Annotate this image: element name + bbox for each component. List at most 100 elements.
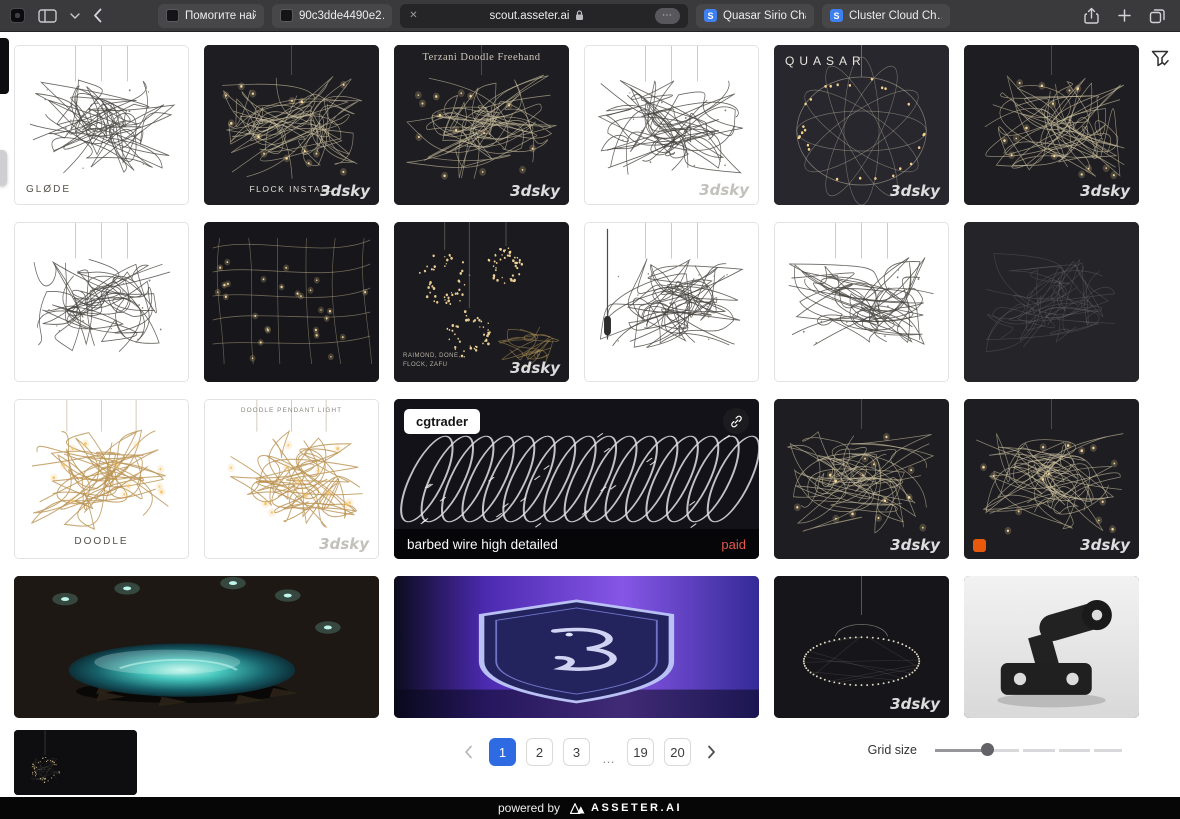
slider-tick xyxy=(1019,748,1023,753)
grid-item[interactable]: 3dsky xyxy=(584,45,759,205)
watermark-3dsky: 3dsky xyxy=(510,182,560,200)
record-indicator-icon[interactable] xyxy=(10,8,25,23)
thumb-label: Terzani Doodle Freehand xyxy=(394,52,569,63)
toolbar-right xyxy=(1083,7,1170,25)
grid-item[interactable] xyxy=(394,576,759,718)
chevron-left-icon xyxy=(93,8,102,23)
tab-bar: Помогите найти… 90c3dde4490e2… ✕ scout.asse… xyxy=(158,4,950,28)
thumb-label: QUASAR xyxy=(785,54,866,68)
left-edge-handle[interactable] xyxy=(0,150,7,186)
asseter-brand[interactable]: ASSETER.AI xyxy=(570,802,682,814)
watermark-3dsky: 3dsky xyxy=(1080,182,1130,200)
tab-options-icon[interactable]: ⋯ xyxy=(655,8,680,24)
grid-item[interactable] xyxy=(14,576,379,718)
grid-item[interactable] xyxy=(204,222,379,382)
thumbnail-tl xyxy=(15,46,188,204)
grid-item[interactable]: DOODLE PENDANT LIGHT3dsky xyxy=(204,399,379,559)
sidebar-icon xyxy=(38,9,57,23)
sidebar-toggle-button[interactable] xyxy=(38,9,57,23)
back-button[interactable] xyxy=(93,8,102,23)
thumbnail-msi xyxy=(394,576,759,718)
tab[interactable]: SCluster Cloud Ch… xyxy=(822,4,950,28)
slider-knob[interactable] xyxy=(981,743,994,756)
source-chip: cgtrader xyxy=(404,409,480,434)
query-image-preview[interactable] xyxy=(14,730,137,795)
prev-page-button[interactable] xyxy=(458,743,479,761)
grid-item[interactable] xyxy=(584,222,759,382)
new-tab-button[interactable] xyxy=(1117,8,1132,23)
tab-favicon: S xyxy=(704,9,717,22)
sidebar-menu-button[interactable] xyxy=(70,13,80,19)
grid-item[interactable]: 3dsky xyxy=(774,399,949,559)
browser-chrome: Помогите найти… 90c3dde4490e2… ✕ scout.asse… xyxy=(0,0,1180,32)
grid-item[interactable]: cgtrader barbed wire high detailedpaid xyxy=(394,399,759,559)
grid-item[interactable] xyxy=(964,222,1139,382)
page-button-2[interactable]: 2 xyxy=(526,738,553,766)
tab[interactable]: 90c3dde4490e2… xyxy=(272,4,392,28)
asseter-brand-label: ASSETER.AI xyxy=(591,802,682,814)
watermark-3dsky: 3dsky xyxy=(510,359,560,377)
watermark-3dsky: 3dsky xyxy=(319,535,369,553)
page-content: GLØDEFLOCK INSTALL3dskyTerzani Doodle Fr… xyxy=(0,32,1180,797)
grid-item[interactable]: GLØDE xyxy=(14,45,189,205)
asseter-logo-icon xyxy=(570,803,585,814)
grid-item[interactable]: Terzani Doodle Freehand 3dsky xyxy=(394,45,569,205)
tab-label: Cluster Cloud Ch… xyxy=(849,10,942,22)
tab-label: Quasar Sirio Cha… xyxy=(723,10,806,22)
grid-item[interactable]: 3dsky xyxy=(774,576,949,718)
grid-item[interactable]: 3dsky xyxy=(964,399,1139,559)
page-button-1[interactable]: 1 xyxy=(489,738,516,766)
watermark-3dsky: 3dsky xyxy=(890,695,940,713)
filter-button[interactable] xyxy=(1147,45,1173,71)
thumbnail-td xyxy=(774,399,949,559)
thumbnail-td xyxy=(964,45,1139,205)
close-tab-icon[interactable]: ✕ xyxy=(408,9,419,22)
thumbnail-td xyxy=(204,45,379,205)
grid-item[interactable] xyxy=(964,576,1139,718)
tab-active[interactable]: ✕ scout.asseter.ai ⋯ xyxy=(400,4,688,28)
chevron-right-icon xyxy=(707,745,716,759)
page-button-3[interactable]: 3 xyxy=(563,738,590,766)
left-edge-panel xyxy=(0,38,9,94)
watermark-3dsky: 3dsky xyxy=(890,182,940,200)
grid-item[interactable] xyxy=(774,222,949,382)
slider-tick xyxy=(1090,748,1094,753)
tab-label: 90c3dde4490e2… xyxy=(299,10,384,22)
thumb-label: RAIMOND, DONE, FLOCK, ZAFU xyxy=(403,352,461,370)
link-icon xyxy=(730,415,743,428)
grid-size-control: Grid size xyxy=(868,736,1122,764)
page-button-19[interactable]: 19 xyxy=(627,738,654,766)
thumbnail-tl xyxy=(775,223,948,381)
watermark-3dsky: 3dsky xyxy=(1080,536,1130,554)
browser-window: Помогите найти… 90c3dde4490e2… ✕ scout.asse… xyxy=(0,0,1180,819)
tab-label: Помогите найти… xyxy=(185,10,256,22)
thumbnail-quasar xyxy=(774,45,949,205)
watermark-3dsky: 3dsky xyxy=(890,536,940,554)
share-button[interactable] xyxy=(1083,7,1100,25)
tabs-overview-icon xyxy=(1149,8,1166,24)
page-button-20[interactable]: 20 xyxy=(664,738,691,766)
tab-overview-button[interactable] xyxy=(1149,8,1166,24)
tab[interactable]: Помогите найти… xyxy=(158,4,264,28)
grid-item[interactable] xyxy=(14,222,189,382)
plus-icon xyxy=(1117,8,1132,23)
caption-bar: barbed wire high detailedpaid xyxy=(394,529,759,559)
grid-item[interactable]: RAIMOND, DONE, FLOCK, ZAFU 3dsky xyxy=(394,222,569,382)
grid-item[interactable]: FLOCK INSTALL3dsky xyxy=(204,45,379,205)
pagination: 123 … 19 20 xyxy=(458,738,722,766)
grid-item[interactable]: 3dsky xyxy=(964,45,1139,205)
grid-item[interactable]: DOODLE3dsky xyxy=(14,399,189,559)
tab-label: scout.asseter.ai xyxy=(490,10,570,22)
corner-logo-icon xyxy=(973,539,986,552)
pagination-ellipsis: … xyxy=(602,751,615,766)
tab[interactable]: S Quasar Sirio Cha… xyxy=(696,4,814,28)
thumbnail-teal xyxy=(14,576,379,718)
chevron-down-icon xyxy=(70,13,80,19)
grid-item[interactable]: QUASAR 3dsky xyxy=(774,45,949,205)
open-link-button[interactable] xyxy=(723,408,749,434)
filter-icon xyxy=(1150,48,1170,68)
watermark-3dsky: 3dsky xyxy=(320,182,370,200)
grid-size-slider[interactable] xyxy=(935,743,1122,757)
next-page-button[interactable] xyxy=(701,743,722,761)
tab-favicon xyxy=(166,9,179,22)
